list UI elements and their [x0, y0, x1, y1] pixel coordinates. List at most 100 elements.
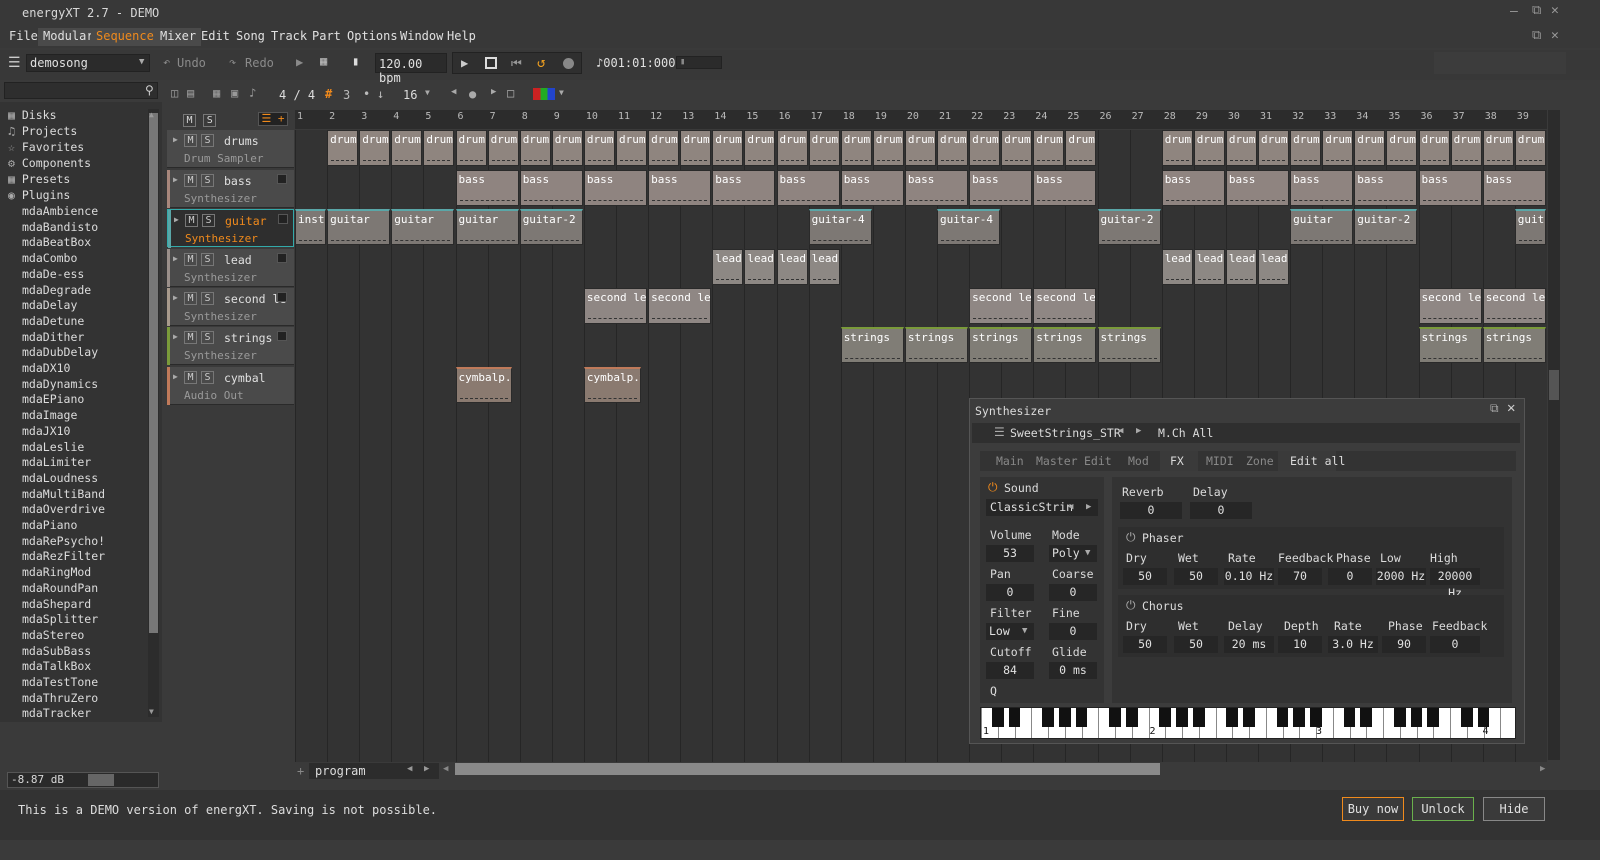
track-drums[interactable]: ▶ M S drums Drum Sampler: [167, 130, 294, 168]
black-key[interactable]: [1243, 708, 1255, 727]
clip[interactable]: bass: [583, 170, 648, 206]
menu-part[interactable]: Part: [307, 28, 346, 46]
clip[interactable]: drums: [648, 130, 680, 166]
black-key[interactable]: [1125, 708, 1138, 727]
clip[interactable]: drums: [776, 130, 808, 166]
clip[interactable]: drums: [1514, 130, 1546, 166]
clip[interactable]: guitar-4: [808, 209, 872, 245]
clip[interactable]: bass: [1482, 170, 1546, 206]
mute-button[interactable]: M: [184, 292, 197, 305]
plugin-item[interactable]: mdaEPiano: [22, 392, 84, 408]
arrow-down-icon[interactable]: ↓: [377, 87, 384, 101]
clip[interactable]: drums: [1386, 130, 1418, 166]
clip[interactable]: cymbalp.wa: [583, 367, 641, 403]
mute-button[interactable]: M: [185, 214, 198, 227]
clip[interactable]: drums: [904, 130, 936, 166]
expand-icon[interactable]: ▶: [174, 215, 179, 224]
restore-icon[interactable]: ⧉: [1532, 3, 1541, 18]
white-key[interactable]: [1383, 708, 1384, 738]
menu-help[interactable]: Help: [442, 28, 481, 46]
plugin-item[interactable]: mdaRezFilter: [22, 549, 105, 565]
white-key[interactable]: [1031, 708, 1033, 738]
clip[interactable]: bass: [1290, 170, 1354, 206]
volume-field[interactable]: 53: [986, 545, 1034, 562]
mode-select[interactable]: Poly ▼: [1049, 545, 1097, 562]
scroll-up-icon[interactable]: ▲: [149, 110, 154, 119]
clip[interactable]: guitar-2: [1097, 209, 1161, 245]
track-cymbal[interactable]: ▶ M S cymbal Audio Out: [167, 367, 294, 405]
mute-icon[interactable]: M: [183, 114, 196, 127]
clip[interactable]: guitar: [455, 209, 519, 245]
mute-button[interactable]: M: [184, 371, 197, 384]
clip[interactable]: lead: [1225, 249, 1257, 285]
scroll-left-icon[interactable]: ◀: [443, 764, 448, 774]
record-arm-box[interactable]: [277, 253, 287, 263]
solo-button[interactable]: S: [201, 371, 214, 384]
buy-now-button[interactable]: Buy now: [1342, 797, 1404, 821]
power-icon[interactable]: ⏻: [1126, 530, 1136, 545]
clip[interactable]: drums: [551, 130, 583, 166]
plugin-item[interactable]: mdaDegrade: [22, 283, 91, 299]
close-icon[interactable]: ✕: [1507, 400, 1515, 416]
track-lead[interactable]: ▶ M S lead Synthesizer: [167, 249, 294, 287]
black-key[interactable]: [1310, 708, 1322, 727]
plugin-item[interactable]: mdaRingMod: [22, 565, 91, 581]
menu-edit[interactable]: Edit: [196, 28, 235, 46]
clip[interactable]: drums: [616, 130, 648, 166]
note-icon[interactable]: ♪: [249, 86, 256, 100]
clip[interactable]: drums: [969, 130, 1001, 166]
solo-icon[interactable]: S: [203, 114, 217, 127]
black-key[interactable]: [991, 708, 1004, 727]
black-key[interactable]: [1343, 708, 1356, 727]
vertical-scrollbar[interactable]: [1548, 110, 1560, 760]
browser-favorites[interactable]: ☆ Favorites: [8, 140, 84, 156]
clip[interactable]: drums: [1161, 130, 1193, 166]
clip[interactable]: drums: [1482, 130, 1514, 166]
plugin-item[interactable]: mdaImage: [22, 408, 77, 424]
plugin-item[interactable]: mdaRePsycho!: [22, 534, 105, 550]
plugin-item[interactable]: mdaTalkBox: [22, 659, 91, 675]
glide-field[interactable]: 0 ms: [1049, 662, 1097, 679]
clip[interactable]: strings: [1033, 327, 1097, 363]
add-track-button[interactable]: ☰ +: [258, 112, 288, 126]
black-key[interactable]: [1008, 708, 1021, 727]
clip[interactable]: drums: [455, 130, 487, 166]
clip[interactable]: drums: [1322, 130, 1354, 166]
plugin-item[interactable]: mdaThruZero: [22, 691, 98, 707]
clip[interactable]: drums: [327, 130, 359, 166]
next-preset-icon[interactable]: ▶: [1136, 426, 1141, 436]
clip[interactable]: guitar-2: [519, 209, 583, 245]
power-icon[interactable]: ⏻: [988, 480, 998, 495]
clip[interactable]: drums: [1225, 130, 1257, 166]
record-arm-box[interactable]: [277, 331, 287, 341]
plugin-item[interactable]: mdaStereo: [22, 628, 84, 644]
scrollbar-thumb[interactable]: [1549, 370, 1559, 400]
hide-button[interactable]: Hide: [1483, 797, 1545, 821]
tab-edit-all[interactable]: Edit all: [1290, 454, 1345, 468]
clip[interactable]: second lead: [969, 288, 1033, 324]
loop-icon[interactable]: ↺: [537, 55, 545, 71]
expand-icon[interactable]: ▶: [173, 332, 178, 341]
clip[interactable]: second lead: [648, 288, 712, 324]
color-picker[interactable]: [533, 88, 555, 100]
clip[interactable]: guitar: [327, 209, 391, 245]
menu-icon[interactable]: ☰: [8, 55, 21, 71]
phaser-wet-field[interactable]: 50: [1174, 568, 1218, 585]
expand-icon[interactable]: ▶: [173, 175, 178, 184]
clip[interactable]: strings: [904, 327, 969, 363]
white-key[interactable]: [1215, 708, 1217, 738]
clip[interactable]: drums: [1258, 130, 1290, 166]
white-key[interactable]: [981, 708, 982, 738]
next-icon[interactable]: ▶: [1086, 499, 1091, 516]
clip[interactable]: drums: [423, 130, 455, 166]
clip[interactable]: drums: [1290, 130, 1322, 166]
clip[interactable]: drums: [1193, 130, 1225, 166]
white-key[interactable]: [1500, 708, 1502, 738]
prev-preset-icon[interactable]: ◀: [1118, 426, 1123, 436]
tab-zone[interactable]: Zone: [1246, 454, 1274, 468]
reverb-field[interactable]: 0: [1120, 502, 1182, 519]
browser-presets[interactable]: ▦ Presets: [8, 172, 70, 188]
phaser-rate-field[interactable]: 0.10 Hz: [1224, 568, 1274, 585]
play-small-icon[interactable]: ▶: [296, 55, 303, 69]
mute-button[interactable]: M: [184, 174, 197, 187]
